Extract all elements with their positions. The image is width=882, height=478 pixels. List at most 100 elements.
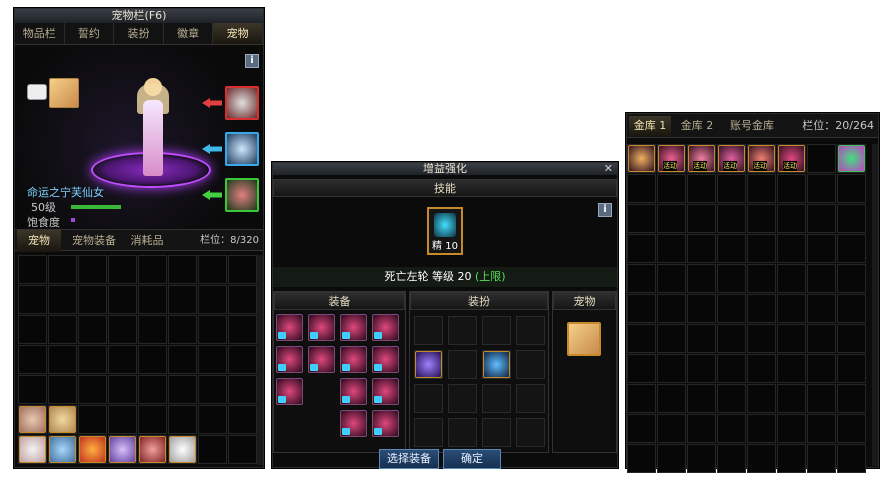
inventory-slot[interactable] bbox=[198, 375, 227, 404]
storage-slot[interactable] bbox=[837, 414, 866, 443]
storage-slot[interactable] bbox=[627, 324, 656, 353]
inventory-slot[interactable] bbox=[48, 345, 77, 374]
pet-item-icon[interactable] bbox=[19, 406, 46, 433]
inventory-slot[interactable] bbox=[228, 315, 257, 344]
tab-inventory[interactable]: 物品栏 bbox=[15, 23, 65, 44]
tab-oath[interactable]: 誓约 bbox=[65, 23, 115, 44]
tab-emblem[interactable]: 徽章 bbox=[164, 23, 214, 44]
inventory-slot[interactable] bbox=[198, 345, 227, 374]
storage-slot[interactable] bbox=[717, 204, 746, 233]
confirm-button[interactable]: 确定 bbox=[443, 449, 501, 469]
inventory-slot[interactable] bbox=[138, 405, 167, 434]
inventory-slot[interactable] bbox=[48, 255, 77, 284]
inventory-slot[interactable] bbox=[48, 285, 77, 314]
inventory-slot[interactable] bbox=[78, 375, 107, 404]
storage-slot[interactable] bbox=[657, 354, 686, 383]
storage-slot[interactable] bbox=[687, 174, 716, 203]
inventory-slot[interactable] bbox=[78, 345, 107, 374]
inventory-slot[interactable] bbox=[168, 375, 197, 404]
storage-slot[interactable] bbox=[807, 174, 836, 203]
storage-slot[interactable] bbox=[837, 264, 866, 293]
storage-slot[interactable] bbox=[687, 414, 716, 443]
storage-slot[interactable] bbox=[717, 264, 746, 293]
storage-slot[interactable] bbox=[717, 384, 746, 413]
pet-equip-blue-slot[interactable] bbox=[225, 132, 259, 166]
inventory-slot[interactable] bbox=[108, 345, 137, 374]
inventory-slot[interactable] bbox=[198, 405, 227, 434]
pet-equip-green-slot[interactable] bbox=[225, 178, 259, 212]
storage-slot[interactable] bbox=[627, 294, 656, 323]
scrollbar[interactable] bbox=[872, 144, 878, 466]
storage-slot[interactable] bbox=[747, 354, 776, 383]
storage-slot[interactable] bbox=[627, 204, 656, 233]
storage-slot[interactable] bbox=[657, 264, 686, 293]
tab-pet[interactable]: 宠物 bbox=[213, 23, 263, 44]
pet-item-icon[interactable] bbox=[79, 436, 106, 463]
storage-slot[interactable] bbox=[627, 174, 656, 203]
storage-slot[interactable] bbox=[627, 354, 656, 383]
inventory-slot[interactable] bbox=[138, 315, 167, 344]
avatar-slot[interactable] bbox=[516, 316, 545, 345]
storage-slot[interactable] bbox=[837, 324, 866, 353]
info-icon[interactable]: i bbox=[598, 203, 612, 217]
equipment-item-icon[interactable] bbox=[372, 314, 399, 341]
avatar-slot[interactable] bbox=[414, 316, 443, 345]
inventory-slot[interactable] bbox=[138, 255, 167, 284]
storage-item-icon[interactable]: 活动 bbox=[688, 145, 715, 172]
avatar-slot[interactable] bbox=[448, 350, 477, 379]
storage-slot[interactable] bbox=[747, 294, 776, 323]
storage-slot[interactable] bbox=[777, 294, 806, 323]
equipment-item-icon[interactable] bbox=[372, 378, 399, 405]
pet-item-icon[interactable] bbox=[169, 436, 196, 463]
storage-slot[interactable] bbox=[837, 174, 866, 203]
inventory-slot[interactable] bbox=[18, 255, 47, 284]
storage-slot[interactable] bbox=[807, 264, 836, 293]
storage-slot[interactable] bbox=[657, 294, 686, 323]
inventory-slot[interactable] bbox=[108, 285, 137, 314]
storage-item-icon[interactable]: 活动 bbox=[748, 145, 775, 172]
equipment-item-icon[interactable] bbox=[372, 346, 399, 373]
storage-slot[interactable] bbox=[777, 414, 806, 443]
storage-item-icon[interactable] bbox=[628, 145, 655, 172]
storage-slot[interactable] bbox=[807, 204, 836, 233]
inventory-slot[interactable] bbox=[18, 315, 47, 344]
storage-slot[interactable] bbox=[687, 294, 716, 323]
inventory-slot[interactable] bbox=[228, 345, 257, 374]
storage-item-icon[interactable]: 活动 bbox=[658, 145, 685, 172]
avatar-slot[interactable] bbox=[414, 418, 443, 447]
inventory-slot[interactable] bbox=[168, 345, 197, 374]
inventory-slot[interactable] bbox=[138, 285, 167, 314]
storage-slot[interactable] bbox=[717, 444, 746, 473]
avatar-slot[interactable] bbox=[482, 384, 511, 413]
inventory-slot[interactable] bbox=[228, 375, 257, 404]
pet-item-icon[interactable] bbox=[49, 436, 76, 463]
pet-item-icon[interactable] bbox=[139, 436, 166, 463]
inventory-slot[interactable] bbox=[48, 315, 77, 344]
equipment-item-icon[interactable] bbox=[308, 346, 335, 373]
close-icon[interactable]: ✕ bbox=[604, 163, 613, 175]
equipment-item-icon[interactable] bbox=[276, 314, 303, 341]
storage-slot[interactable] bbox=[657, 444, 686, 473]
equipment-item-icon[interactable] bbox=[340, 346, 367, 373]
avatar-slot[interactable] bbox=[516, 350, 545, 379]
equipment-item-icon[interactable] bbox=[372, 410, 399, 437]
tab-vault-1[interactable]: 金库 1 bbox=[629, 116, 671, 136]
storage-slot[interactable] bbox=[657, 384, 686, 413]
tab-vault-2[interactable]: 金库 2 bbox=[675, 116, 719, 136]
inventory-slot[interactable] bbox=[198, 285, 227, 314]
inventory-slot[interactable] bbox=[18, 375, 47, 404]
tab-account-vault[interactable]: 账号金库 bbox=[723, 116, 781, 136]
storage-item-icon[interactable]: 活动 bbox=[718, 145, 745, 172]
avatar-slot[interactable] bbox=[482, 316, 511, 345]
pet-item-icon[interactable] bbox=[109, 436, 136, 463]
storage-slot[interactable] bbox=[837, 294, 866, 323]
select-equipment-button[interactable]: 选择装备 bbox=[379, 449, 439, 469]
equipment-item-icon[interactable] bbox=[308, 314, 335, 341]
inventory-slot[interactable] bbox=[168, 405, 197, 434]
storage-slot[interactable] bbox=[837, 444, 866, 473]
storage-slot[interactable] bbox=[687, 444, 716, 473]
inventory-slot[interactable] bbox=[168, 285, 197, 314]
storage-slot[interactable] bbox=[717, 174, 746, 203]
storage-slot[interactable] bbox=[837, 234, 866, 263]
equipment-item-icon[interactable] bbox=[276, 346, 303, 373]
